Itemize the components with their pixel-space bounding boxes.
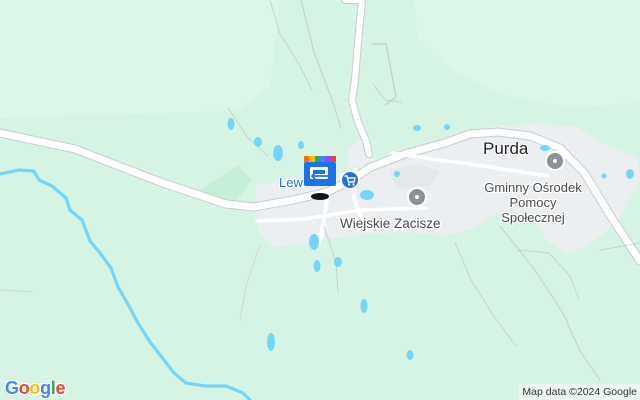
bus-stop-box [304,162,336,186]
google-logo-letter: g [40,378,51,398]
map-data-credits[interactable]: Map data ©2024 Google [519,384,640,400]
shopping-cart-icon[interactable] [340,170,360,190]
poi-label[interactable]: Wiejskie Zacisze [340,216,441,231]
bus-stop-icon [310,167,329,180]
shopping-cart-icon [344,175,356,186]
google-logo-letter: e [55,378,66,398]
place-pin-icon[interactable] [407,187,427,207]
town-label: Purda [483,139,529,158]
place-pin-icon[interactable] [545,151,565,171]
google-logo-letter: o [18,378,30,398]
map-view[interactable]: Purda Lew Wiejskie Zacisze Gminny Ośrode… [0,0,640,400]
google-logo-letter: o [29,378,41,398]
google-logo-letter: G [5,378,19,398]
marker-shadow [311,193,329,200]
village-label[interactable]: Lew [279,175,303,190]
bus-stop-icon[interactable] [304,156,336,188]
google-logo: Google [5,378,66,399]
poi-label[interactable]: Gminny Ośrodek Pomocy Społecznej [478,180,588,225]
light-forest-patch [0,0,280,118]
